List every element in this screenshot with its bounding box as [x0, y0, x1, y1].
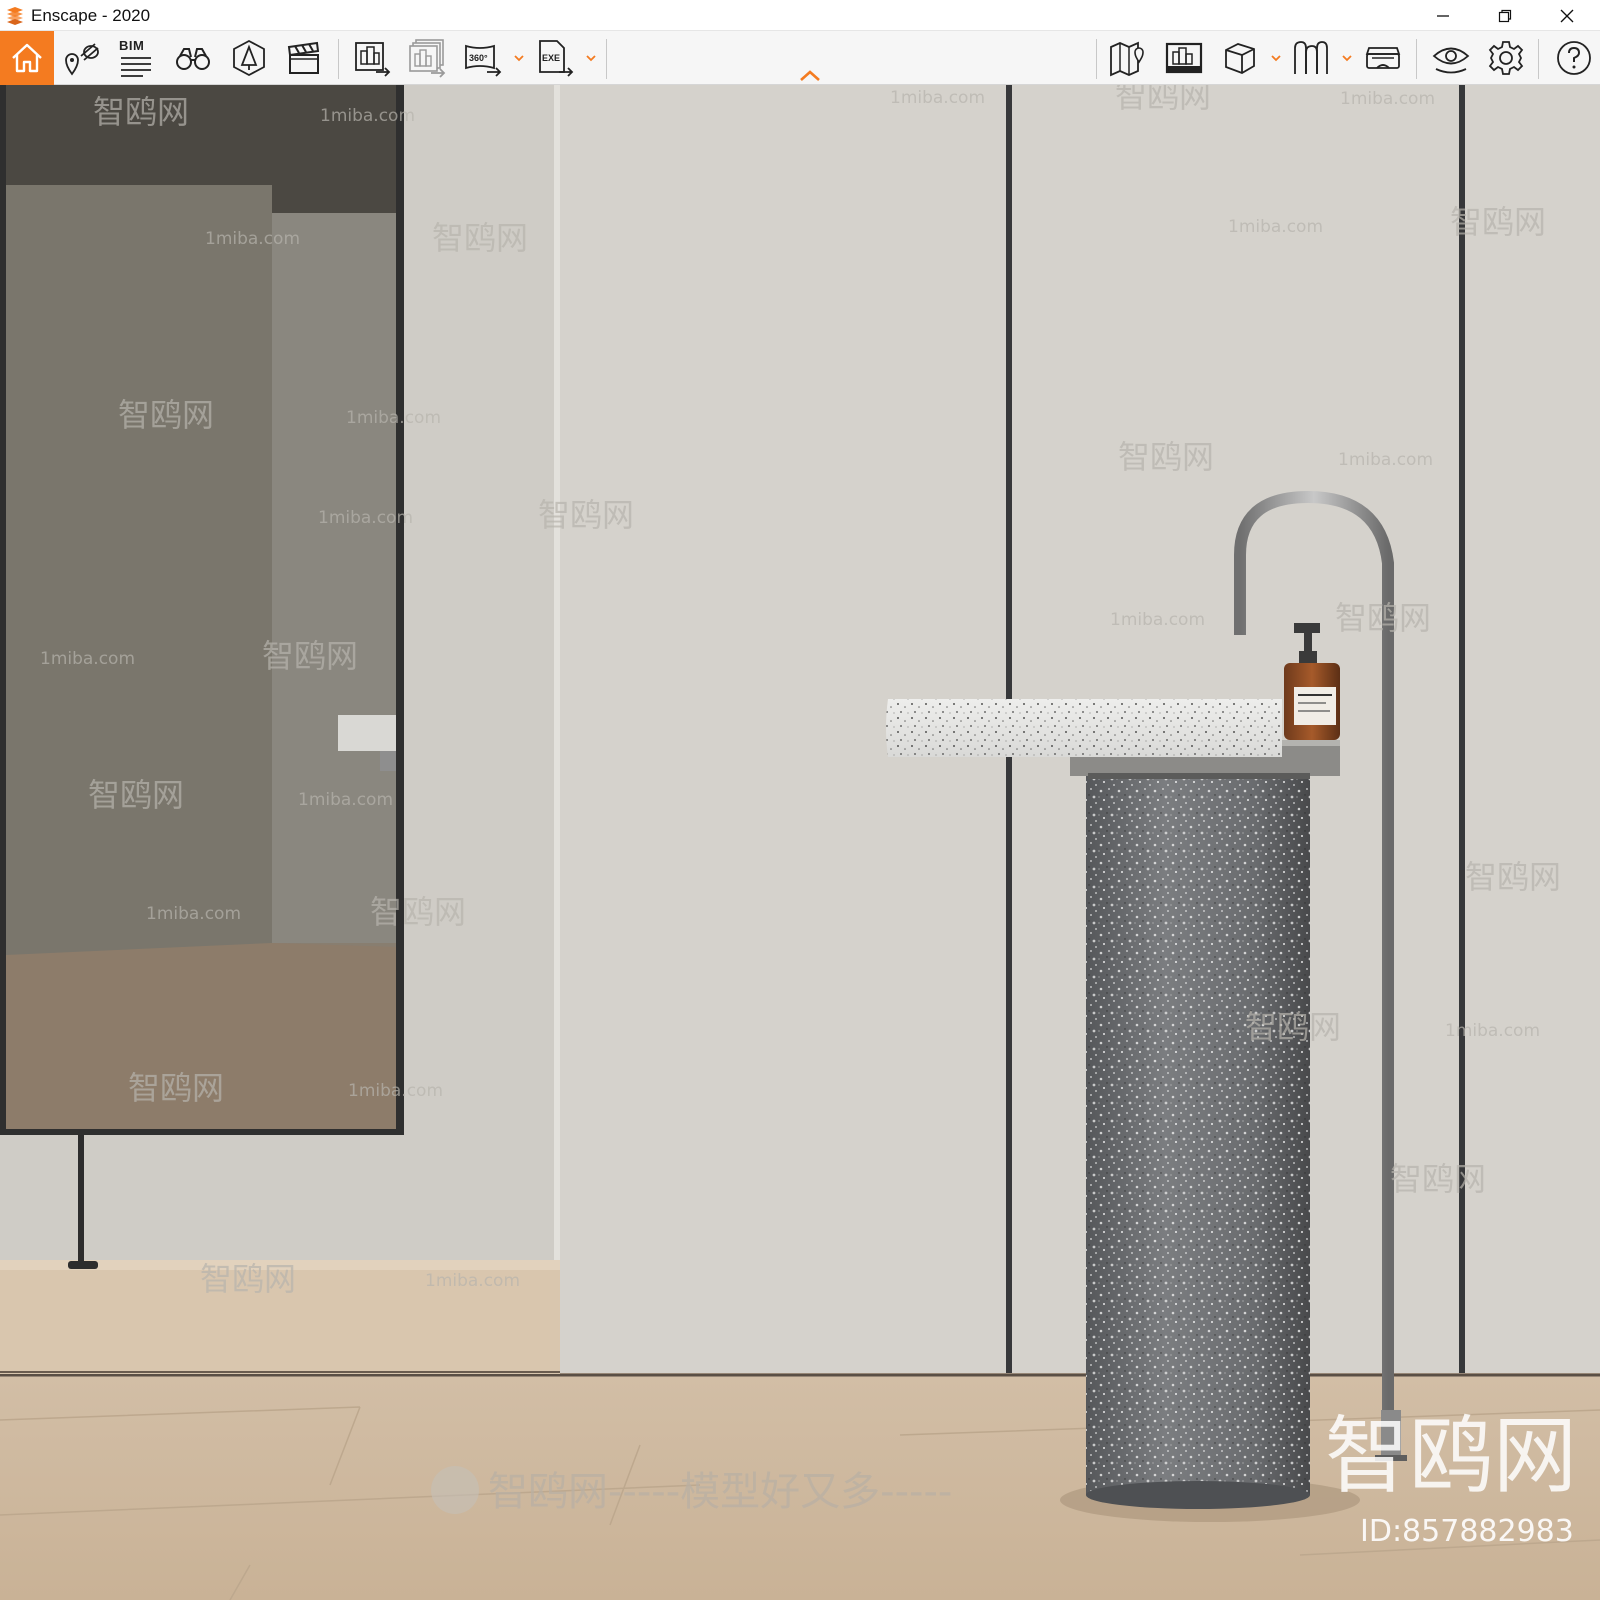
toolbar-separator [338, 39, 339, 79]
restore-icon [1498, 9, 1512, 22]
help-button[interactable] [1551, 35, 1597, 81]
chevron-down-icon[interactable] [1340, 51, 1354, 65]
watermark-brand: 智鸥网 [432, 219, 528, 257]
asset-library-icon [233, 39, 265, 77]
watermark-site: 1miba.com [1340, 89, 1435, 109]
watermark-brand: 智鸥网 [88, 776, 184, 814]
watermark-site: 1miba.com [1338, 450, 1433, 470]
watermark-site: 1miba.com [890, 88, 985, 108]
home-icon [12, 43, 42, 73]
chevron-up-icon[interactable] [797, 68, 823, 82]
close-button[interactable] [1536, 0, 1598, 31]
enscape-logo-icon [4, 5, 26, 27]
watermark-site: 1miba.com [425, 1271, 520, 1291]
vr-headset-button[interactable] [1360, 35, 1406, 81]
minimize-button[interactable] [1412, 0, 1474, 31]
watermark-brand: 智鸥网 [1245, 1008, 1341, 1046]
close-icon [1560, 9, 1574, 22]
gear-icon [1488, 41, 1524, 75]
home-button[interactable] [0, 31, 54, 85]
chevron-down-icon[interactable] [512, 51, 526, 65]
video-editor-button[interactable] [281, 35, 327, 81]
watermark-brand: 智鸥网 [1450, 203, 1546, 241]
watermark-site: 1miba.com [348, 1081, 443, 1101]
help-icon [1557, 41, 1591, 75]
visual-settings-button[interactable] [1428, 35, 1474, 81]
export-exe-label: EXE [542, 53, 560, 63]
settings-button[interactable] [1483, 35, 1529, 81]
batch-render-icon [409, 39, 446, 78]
binoculars-icon [176, 48, 210, 70]
bim-label: BIM [119, 38, 145, 53]
watermark-brand: 智鸥网 [118, 396, 214, 434]
watermark-brand: 智鸥网 [200, 1260, 296, 1298]
watermark-brand: 智鸥网 [93, 93, 189, 131]
assets-button[interactable] [226, 35, 272, 81]
map-button[interactable] [1105, 35, 1151, 81]
eye-icon [1432, 47, 1470, 74]
watermark-bird-icon [431, 1466, 479, 1514]
watermark-brand: 智鸥网 [1115, 85, 1211, 115]
watermark-site: 1miba.com [318, 508, 413, 528]
watermark-brand: 智鸥网 [370, 893, 466, 931]
panorama-360-icon: 360° [465, 44, 502, 77]
title-bar: Enscape - 2020 [0, 0, 1600, 31]
watermark-brand: 智鸥网 [1390, 1160, 1486, 1198]
watermark-site: 1miba.com [205, 229, 300, 249]
cube-icon [1225, 43, 1255, 74]
toolbar-separator [606, 39, 607, 79]
panorama-label: 360° [469, 53, 488, 63]
watermark-brand: 智鸥网 [538, 496, 634, 534]
window-title: Enscape - 2020 [31, 6, 151, 25]
minimize-icon [1437, 14, 1449, 17]
view-pin-icon [65, 43, 99, 76]
chevron-down-icon[interactable] [584, 51, 598, 65]
watermark-brand: 智鸥网 [1118, 438, 1214, 476]
render-viewport[interactable]: 智鸥网 1miba.com 1miba.com 智鸥网 1miba.com 1m… [0, 85, 1600, 1600]
rendered-scene: 智鸥网 1miba.com 1miba.com 智鸥网 1miba.com 1m… [0, 85, 1600, 1600]
watermark-site: 1miba.com [1110, 610, 1205, 630]
watermark-site: 1miba.com [346, 408, 441, 428]
gallery-icon [1165, 42, 1203, 74]
watermark-site: 1miba.com [146, 904, 241, 924]
restore-button[interactable] [1474, 0, 1536, 31]
watermark-site: 1miba.com [1228, 217, 1323, 237]
watermark-site: 1miba.com [298, 790, 393, 810]
watermark-site: 1miba.com [1445, 1021, 1540, 1041]
export-exe-button[interactable]: EXE [532, 35, 578, 81]
render-image-button[interactable] [349, 35, 395, 81]
watermark-brand: 智鸥网 [1335, 599, 1431, 637]
walk-mode-button[interactable] [170, 35, 216, 81]
vr-headset-icon [1365, 47, 1401, 69]
batch-render-button[interactable] [404, 35, 450, 81]
views-button[interactable] [59, 35, 105, 81]
library-button[interactable] [1288, 35, 1334, 81]
screenshot-gallery-button[interactable] [1161, 35, 1207, 81]
watermark-site: 1miba.com [320, 106, 415, 126]
watermark-brand: 智鸥网 [1465, 858, 1561, 896]
toolbar-separator [1096, 39, 1097, 79]
watermark-bottom: 智鸥网-----模型好又多----- [431, 1466, 952, 1515]
watermark-bottom-line: 智鸥网-----模型好又多----- [488, 1469, 952, 1515]
chevron-down-icon[interactable] [1269, 51, 1283, 65]
watermark-site: 1miba.com [40, 649, 135, 669]
clapper-icon [287, 41, 320, 74]
export-exe-icon: EXE [539, 40, 574, 77]
watermark-brand: 智鸥网 [262, 637, 358, 675]
panorama-button[interactable]: 360° [460, 35, 506, 81]
toolbar-separator [1416, 39, 1417, 79]
library-icon [1294, 41, 1328, 74]
toolbar-separator [1538, 39, 1539, 79]
watermark-brand: 智鸥网 [128, 1069, 224, 1107]
cube-view-button[interactable] [1217, 35, 1263, 81]
render-image-icon [355, 42, 391, 77]
watermark-id: ID:857882983 [1360, 1514, 1574, 1549]
watermark-logo: 智鸥网 [1325, 1407, 1577, 1505]
map-pin-icon [1110, 41, 1144, 77]
